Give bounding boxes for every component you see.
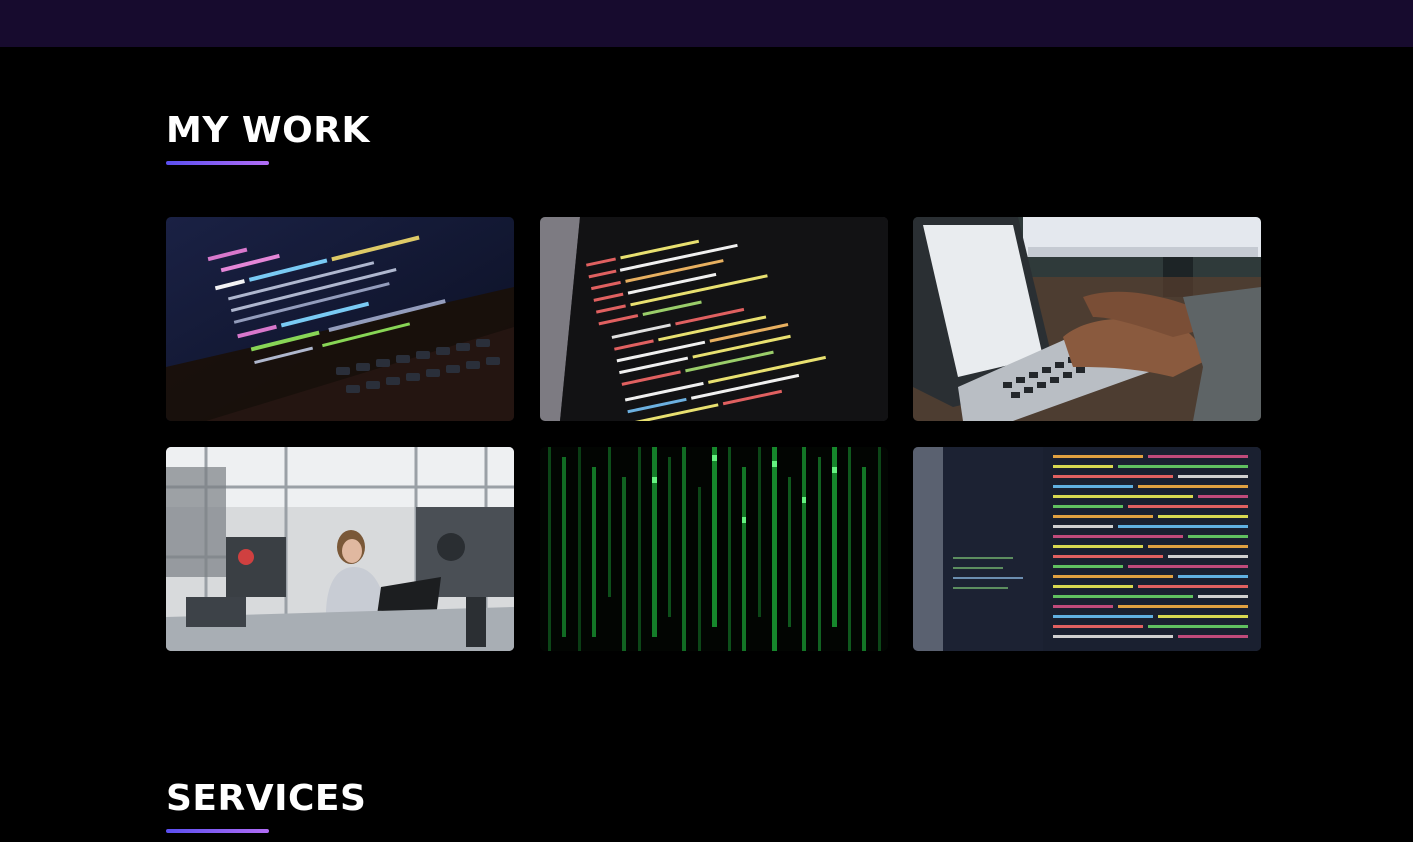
work-item-code-laptop[interactable] [166,217,514,421]
matrix-code-image [540,447,888,651]
hardware-lab-image [166,447,514,651]
top-nav-bar [0,0,1413,47]
colorful-code-image [913,447,1261,651]
code-laptop-image [166,217,514,421]
work-item-hardware-lab[interactable] [166,447,514,651]
typing-laptop-image [913,217,1261,421]
work-item-typing-laptop[interactable] [913,217,1261,421]
my-work-underline [166,161,269,165]
work-item-matrix-code[interactable] [540,447,888,651]
services-heading: SERVICES [166,778,367,819]
work-item-colorful-code[interactable] [913,447,1261,651]
work-item-html-monitor[interactable] [540,217,888,421]
html-monitor-image [540,217,888,421]
services-underline [166,829,269,833]
my-work-heading: MY WORK [166,110,370,151]
